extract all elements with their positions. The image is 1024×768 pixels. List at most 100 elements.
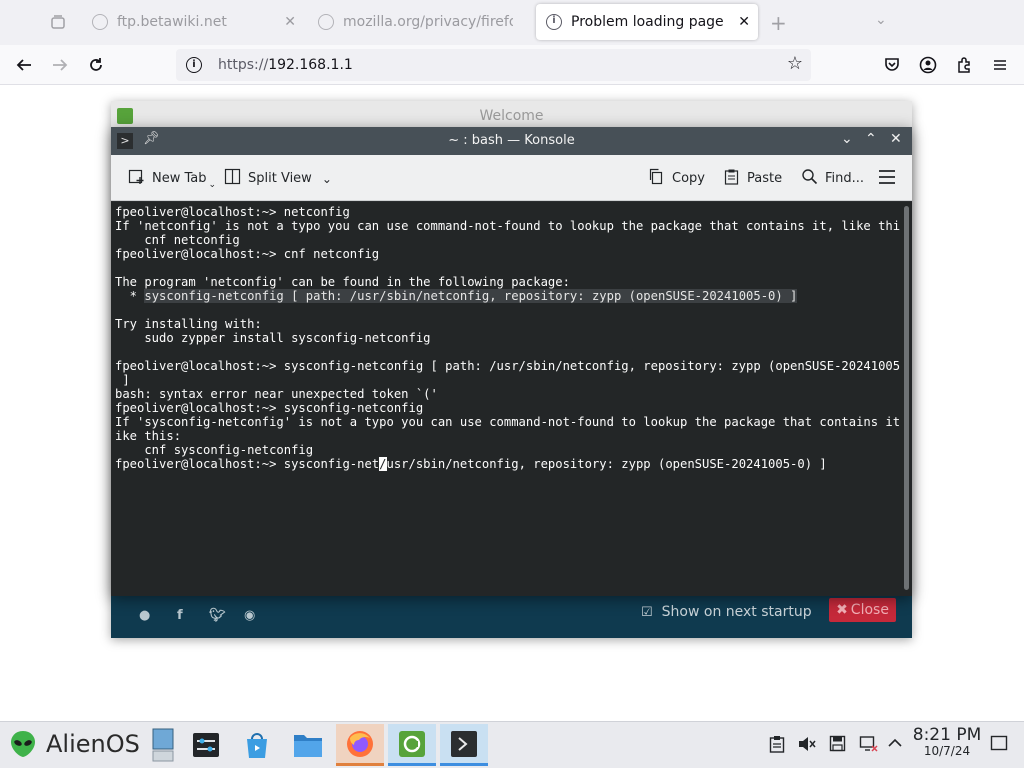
clock-time: 8:21 PM: [912, 725, 982, 745]
reddit-icon[interactable]: ●: [139, 608, 150, 623]
url-scheme: https://: [218, 57, 269, 73]
tab-mozilla-privacy[interactable]: mozilla.org/privacy/firefox: [318, 4, 530, 40]
reload-icon[interactable]: [83, 52, 109, 78]
system-settings-icon[interactable]: [182, 724, 230, 766]
welcome-footer: ● f 🐦︎ ◉ ☑ Show on next startup ✖ Close: [111, 596, 912, 638]
taskbar: AlienOS 8:21 PM 10/7/24: [0, 721, 1024, 768]
new-tab-icon: [128, 168, 145, 189]
close-tab-icon[interactable]: ✕: [738, 14, 750, 30]
terminal-line: sudo zypper install sysconfig-netconfig: [115, 331, 431, 345]
terminal-line: cnf netconfig: [115, 233, 240, 247]
firefox-icon[interactable]: [336, 724, 384, 766]
welcome-title: Welcome: [479, 108, 544, 124]
opensuse-welcome-icon[interactable]: [388, 724, 436, 766]
pocket-icon[interactable]: [879, 52, 905, 78]
clock[interactable]: 8:21 PM 10/7/24: [912, 726, 982, 758]
maximize-icon[interactable]: ⌃: [865, 131, 877, 147]
tab-label: Problem loading page: [571, 14, 724, 30]
new-tab-button[interactable]: New Tab ⌄: [128, 168, 217, 190]
copy-icon: [648, 168, 665, 189]
terminal-line: fpeoliver@localhost:~> netconfig: [115, 205, 350, 219]
dropdown-caret-icon: ⌄: [208, 179, 217, 190]
menu-icon: [878, 169, 896, 189]
storage-device-icon[interactable]: [829, 735, 846, 756]
new-tab-plus-icon[interactable]: +: [770, 11, 787, 35]
clock-date: 10/7/24: [923, 744, 971, 758]
search-icon: [801, 168, 818, 189]
globe-icon: [318, 14, 334, 30]
extensions-icon[interactable]: [951, 52, 977, 78]
terminal-text: fpeoliver@localhost:~> sysconfig-net: [115, 457, 380, 471]
software-store-icon[interactable]: [233, 724, 281, 766]
welcome-close-button[interactable]: ✖ Close: [829, 598, 896, 622]
konsole-taskbar-icon[interactable]: [440, 724, 488, 766]
copy-button[interactable]: Copy: [648, 168, 705, 189]
terminal-line: fpeoliver@localhost:~> sysconfig-netconf…: [115, 359, 901, 373]
new-tab-label: New Tab: [152, 171, 207, 186]
terminal-output[interactable]: fpeoliver@localhost:~> netconfig If 'net…: [111, 202, 901, 596]
list-tabs-chevron-icon[interactable]: ⌄: [875, 12, 887, 28]
file-manager-icon[interactable]: [284, 724, 332, 766]
paste-button[interactable]: Paste: [723, 168, 782, 189]
url-host: 192.168.1.1: [268, 57, 353, 73]
url-bar[interactable]: i https:// 192.168.1.1 ☆: [176, 49, 811, 81]
split-view-label: Split View: [248, 171, 312, 186]
konsole-toolbar: New Tab ⌄ Split View ⌄ Copy Paste Find..…: [111, 155, 912, 201]
terminal-line: cnf sysconfig-netconfig: [115, 443, 314, 457]
info-icon: i: [546, 14, 562, 30]
konsole-titlebar[interactable]: > 📌︎ ~ : bash — Konsole ⌄ ⌃ ✕: [111, 127, 912, 155]
tab-label: ftp.betawiki.net: [117, 14, 227, 30]
terminal-prompt-line[interactable]: fpeoliver@localhost:~> sysconfig-net/usr…: [111, 457, 901, 471]
show-next-label: Show on next startup: [661, 604, 812, 620]
show-desktop-button-icon[interactable]: [990, 735, 1008, 755]
tab-problem-loading[interactable]: i Problem loading page ✕: [536, 4, 758, 40]
browser-tab-bar: ftp.betawiki.net ✕ mozilla.org/privacy/f…: [0, 0, 1024, 45]
terminal-line: fpeoliver@localhost:~> sysconfig-netconf…: [115, 401, 424, 415]
network-disconnected-icon[interactable]: [859, 735, 879, 757]
menu-icon[interactable]: [987, 52, 1013, 78]
terminal-scrollbar[interactable]: [901, 202, 912, 596]
alien-logo-icon: [10, 730, 36, 758]
mastodon-icon[interactable]: ◉: [244, 608, 255, 623]
close-window-icon[interactable]: ✕: [890, 131, 902, 147]
start-menu-button[interactable]: AlienOS: [10, 730, 140, 758]
minimize-icon[interactable]: ⌄: [841, 131, 853, 147]
tab-ftp-betawiki[interactable]: ftp.betawiki.net ✕: [92, 4, 304, 40]
clipboard-icon[interactable]: [769, 735, 785, 757]
twitter-icon[interactable]: 🐦︎: [209, 608, 226, 623]
chevron-up-icon[interactable]: [887, 735, 903, 755]
find-button[interactable]: Find...: [801, 168, 864, 189]
start-label: AlienOS: [46, 730, 140, 758]
terminal-line: ]: [115, 373, 130, 387]
copy-label: Copy: [672, 171, 705, 186]
scrollbar-thumb[interactable]: [904, 206, 909, 590]
info-icon[interactable]: i: [186, 57, 202, 73]
back-arrow-icon[interactable]: [11, 52, 37, 78]
show-desktop-icon[interactable]: [145, 724, 181, 766]
tab-overview-icon[interactable]: [50, 4, 70, 40]
konsole-title: ~ : bash — Konsole: [448, 133, 575, 148]
star-icon[interactable]: ☆: [787, 53, 803, 74]
close-label: Close: [850, 602, 889, 618]
show-on-startup-checkbox[interactable]: ☑ Show on next startup: [641, 604, 812, 620]
chevron-down-icon: ⌄: [321, 171, 332, 186]
close-tab-icon[interactable]: ✕: [284, 14, 296, 30]
account-icon[interactable]: [915, 52, 941, 78]
terminal-line: * sysconfig-netconfig [ path: /usr/sbin/…: [111, 289, 901, 303]
checkbox-checked-icon: ☑: [641, 604, 653, 620]
forward-arrow-icon[interactable]: [47, 52, 73, 78]
hamburger-menu-button[interactable]: [878, 169, 896, 189]
terminal-line: The program 'netconfig' can be found in …: [115, 275, 570, 289]
terminal-text: *: [115, 289, 145, 303]
globe-icon: [92, 14, 108, 30]
volume-muted-icon[interactable]: [797, 735, 817, 757]
facebook-icon[interactable]: f: [177, 608, 183, 623]
text-cursor: /: [379, 457, 387, 471]
opensuse-icon: [117, 108, 133, 124]
tab-label: mozilla.org/privacy/firefox: [343, 14, 513, 30]
split-view-button[interactable]: Split View ⌄: [224, 168, 332, 189]
close-x-icon: ✖: [836, 602, 848, 618]
